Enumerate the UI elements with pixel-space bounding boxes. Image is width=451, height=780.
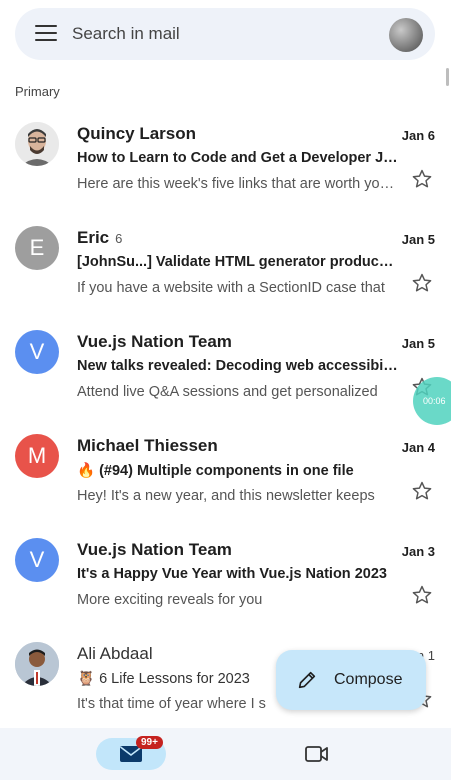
email-subject: How to Learn to Code and Get a Developer… <box>77 150 399 166</box>
avatar-letter: E <box>29 235 45 260</box>
search-bar[interactable]: Search in mail <box>15 8 435 60</box>
sender-name: Vue.js Nation Team <box>77 540 232 559</box>
scrollbar[interactable] <box>446 68 449 86</box>
menu-icon[interactable] <box>35 25 57 43</box>
email-date: Jan 5 <box>401 232 435 247</box>
sender-avatar[interactable] <box>15 642 59 686</box>
sender-avatar[interactable]: E <box>15 226 59 270</box>
search-input[interactable]: Search in mail <box>72 24 180 44</box>
pencil-icon <box>298 671 316 689</box>
email-row[interactable]: V Vue.js Nation Team Jan 3 It's a Happy … <box>0 528 451 632</box>
timer-text: 00:06 <box>423 396 446 406</box>
thread-count: 6 <box>115 231 123 246</box>
email-row[interactable]: M Michael Thiessen Jan 4 🔥 (#94) Multipl… <box>0 424 451 528</box>
meet-tab[interactable] <box>304 744 330 769</box>
sender-name: Vue.js Nation Team <box>77 332 232 351</box>
star-icon[interactable] <box>411 584 433 606</box>
email-subject: It's a Happy Vue Year with Vue.js Nation… <box>77 566 387 582</box>
star-icon[interactable] <box>411 168 433 190</box>
sender-name: Quincy Larson <box>77 124 197 143</box>
bottom-navigation: 99+ <box>0 728 451 780</box>
email-date: Jan 6 <box>401 128 435 143</box>
video-camera-icon <box>305 746 328 762</box>
email-snippet: If you have a website with a SectionID c… <box>77 280 385 296</box>
sender-avatar[interactable] <box>15 122 59 166</box>
email-row[interactable]: V Vue.js Nation Team Jan 5 New talks rev… <box>0 320 451 424</box>
email-list: Quincy Larson Jan 6 How to Learn to Code… <box>0 112 451 736</box>
email-subject: 🔥 (#94) Multiple components in one file <box>77 463 354 479</box>
email-row[interactable]: E Eric 6 Jan 5 [JohnSu...] Validate HTML … <box>0 216 451 320</box>
email-date: Jan 4 <box>401 440 435 455</box>
email-date: Jan 5 <box>401 336 435 351</box>
sender-name: Ali Abdaal <box>77 644 153 663</box>
account-avatar[interactable] <box>389 18 423 52</box>
email-snippet: Hey! It's a new year, and this newslette… <box>77 488 375 504</box>
compose-button[interactable]: Compose <box>276 650 426 710</box>
email-date: Jan 3 <box>401 544 435 559</box>
avatar-letter: V <box>29 547 45 572</box>
email-snippet: Attend live Q&A sessions and get persona… <box>77 384 378 400</box>
sender-name: Eric 6 <box>77 228 123 247</box>
unread-badge: 99+ <box>136 736 163 749</box>
compose-label: Compose <box>334 671 403 688</box>
email-snippet: More exciting reveals for you <box>77 592 263 608</box>
avatar-letter: V <box>29 339 45 364</box>
sender-avatar[interactable]: V <box>15 330 59 374</box>
star-icon[interactable] <box>411 272 433 294</box>
email-subject: New talks revealed: Decoding web accessi… <box>77 358 399 374</box>
email-snippet: Here are this week's five links that are… <box>77 176 399 192</box>
star-icon[interactable] <box>411 480 433 502</box>
avatar-letter: M <box>27 443 47 468</box>
sender-avatar[interactable]: V <box>15 538 59 582</box>
sender-avatar[interactable]: M <box>15 434 59 478</box>
email-row[interactable]: Quincy Larson Jan 6 How to Learn to Code… <box>0 112 451 216</box>
email-subject: [JohnSu...] Validate HTML generator prod… <box>77 254 399 270</box>
sender-name: Michael Thiessen <box>77 436 218 455</box>
section-label: Primary <box>15 84 60 99</box>
